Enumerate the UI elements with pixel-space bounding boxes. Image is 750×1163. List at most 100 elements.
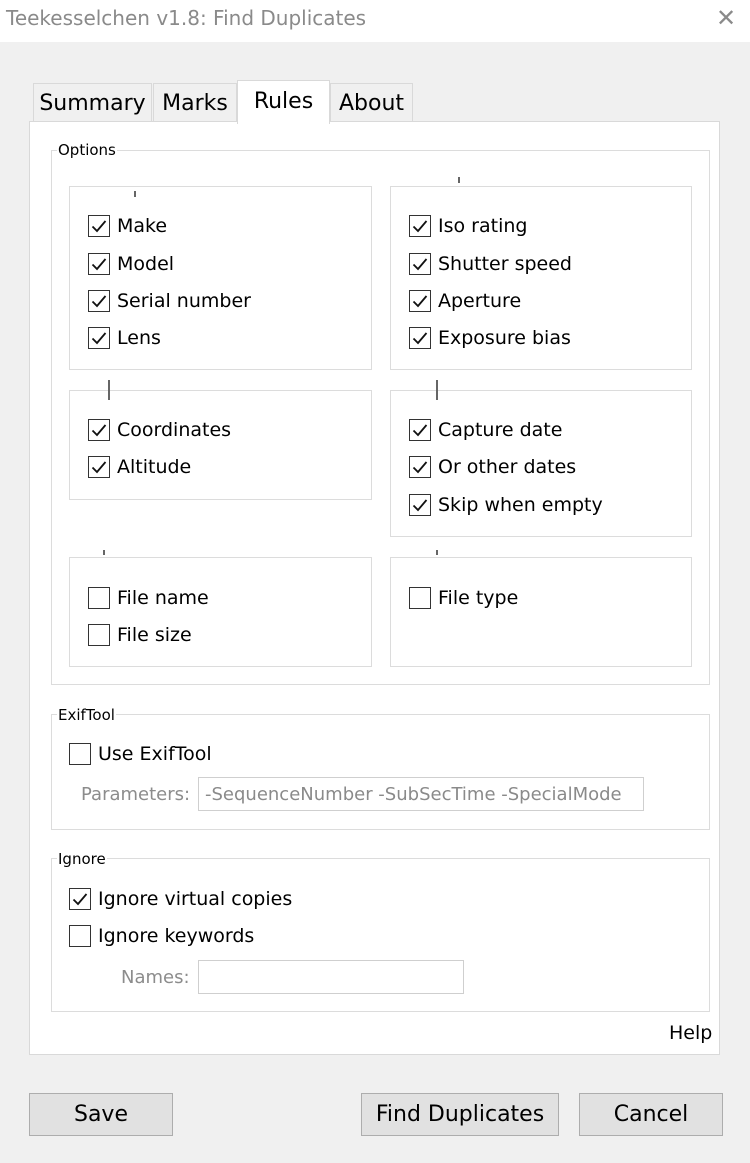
lens-checkbox[interactable]: Lens [88, 327, 161, 349]
exposure-bias-label: Exposure bias [438, 327, 571, 349]
file-size-checkbox[interactable]: File size [88, 624, 192, 646]
serial-number-checkbox[interactable]: Serial number [88, 290, 251, 312]
names-input[interactable] [198, 960, 464, 994]
parameters-label: Parameters: [81, 784, 191, 805]
capture-date-checkbox[interactable]: Capture date [409, 419, 562, 441]
checkmark-icon [91, 332, 107, 345]
parameters-input[interactable] [198, 777, 644, 811]
ignore-group-label: Ignore [57, 850, 107, 868]
checkmark-icon [412, 332, 428, 345]
iso-rating-checkbox[interactable]: Iso rating [409, 215, 527, 237]
file-group-marker [103, 550, 105, 555]
file-size-label: File size [117, 624, 192, 646]
coordinates-label: Coordinates [117, 419, 232, 441]
names-label: Names: [121, 967, 190, 988]
tab-marks[interactable]: Marks [153, 83, 237, 123]
aperture-label: Aperture [438, 290, 522, 312]
checkmark-icon [91, 258, 107, 271]
checkmark-icon [91, 220, 107, 233]
iso-rating-label: Iso rating [438, 215, 528, 237]
find-duplicates-button[interactable]: Find Duplicates [361, 1093, 559, 1136]
exposure-group-marker [458, 177, 460, 183]
checkmark-icon [91, 461, 107, 474]
exiftool-group [51, 714, 710, 830]
coordinates-checkbox[interactable]: Coordinates [88, 419, 231, 441]
capture-date-check[interactable] [409, 419, 431, 441]
file-name-label: File name [117, 587, 209, 609]
camera-group-marker [134, 191, 136, 197]
ignore-virtual-copies-label: Ignore virtual copies [98, 888, 293, 910]
altitude-label: Altitude [117, 456, 192, 478]
help-link[interactable]: Help [669, 1022, 712, 1044]
file-type-checkbox[interactable]: File type [409, 587, 518, 609]
skip-when-empty-label: Skip when empty [438, 494, 603, 516]
checkmark-icon [412, 258, 428, 271]
exiftool-group-label: ExifTool [57, 706, 116, 724]
shutter-speed-label: Shutter speed [438, 253, 572, 275]
ignore-virtual-copies-check[interactable] [69, 888, 91, 910]
serial-number-label: Serial number [117, 290, 251, 312]
aperture-check[interactable] [409, 290, 431, 312]
model-checkbox[interactable]: Model [88, 253, 174, 275]
rules-panel: Options Make Model Serial number Lens Is… [29, 121, 720, 1055]
other-dates-checkbox[interactable]: Or other dates [409, 456, 576, 478]
skip-when-empty-checkbox[interactable]: Skip when empty [409, 494, 603, 516]
checkmark-icon [412, 461, 428, 474]
tab-about[interactable]: About [330, 83, 413, 123]
cancel-button[interactable]: Cancel [579, 1093, 723, 1136]
exposure-bias-check[interactable] [409, 327, 431, 349]
dates-group-marker [436, 380, 438, 400]
window-title: Teekesselchen v1.8: Find Duplicates [6, 6, 367, 30]
use-exiftool-checkbox[interactable]: Use ExifTool [69, 743, 212, 765]
aperture-checkbox[interactable]: Aperture [409, 290, 521, 312]
model-check[interactable] [88, 253, 110, 275]
location-group-marker [108, 380, 110, 400]
checkmark-icon [412, 499, 428, 512]
ignore-keywords-label: Ignore keywords [98, 925, 255, 947]
skip-when-empty-check[interactable] [409, 494, 431, 516]
checkmark-icon [412, 220, 428, 233]
file-type-label: File type [438, 587, 519, 609]
make-label: Make [117, 215, 168, 237]
file-type-check[interactable] [409, 587, 431, 609]
ignore-keywords-check[interactable] [69, 925, 91, 947]
exposure-bias-checkbox[interactable]: Exposure bias [409, 327, 571, 349]
tab-summary[interactable]: Summary [33, 83, 152, 123]
shutter-speed-check[interactable] [409, 253, 431, 275]
file-name-check[interactable] [88, 587, 110, 609]
checkmark-icon [91, 424, 107, 437]
lens-check[interactable] [88, 327, 110, 349]
use-exiftool-label: Use ExifTool [98, 743, 212, 765]
save-button[interactable]: Save [29, 1093, 173, 1136]
altitude-check[interactable] [88, 456, 110, 478]
location-group [69, 390, 372, 500]
file-size-check[interactable] [88, 624, 110, 646]
serial-number-check[interactable] [88, 290, 110, 312]
file-group [69, 557, 372, 667]
model-label: Model [117, 253, 175, 275]
ignore-virtual-copies-checkbox[interactable]: Ignore virtual copies [69, 888, 292, 910]
close-icon[interactable]: ✕ [706, 2, 746, 34]
use-exiftool-check[interactable] [69, 743, 91, 765]
checkmark-icon [91, 295, 107, 308]
checkmark-icon [72, 893, 88, 906]
checkmark-icon [412, 295, 428, 308]
make-checkbox[interactable]: Make [88, 215, 167, 237]
ignore-keywords-checkbox[interactable]: Ignore keywords [69, 925, 254, 947]
file-name-checkbox[interactable]: File name [88, 587, 209, 609]
capture-date-label: Capture date [438, 419, 563, 441]
title-bar: Teekesselchen v1.8: Find Duplicates ✕ [0, 0, 750, 42]
other-dates-check[interactable] [409, 456, 431, 478]
make-check[interactable] [88, 215, 110, 237]
checkmark-icon [412, 424, 428, 437]
altitude-checkbox[interactable]: Altitude [88, 456, 191, 478]
lens-label: Lens [117, 327, 161, 349]
file-type-group-marker [436, 550, 438, 555]
other-dates-label: Or other dates [438, 456, 577, 478]
options-group-label: Options [57, 141, 117, 159]
iso-rating-check[interactable] [409, 215, 431, 237]
shutter-speed-checkbox[interactable]: Shutter speed [409, 253, 572, 275]
coordinates-check[interactable] [88, 419, 110, 441]
tab-rules[interactable]: Rules [237, 80, 330, 124]
file-type-group [390, 557, 692, 667]
